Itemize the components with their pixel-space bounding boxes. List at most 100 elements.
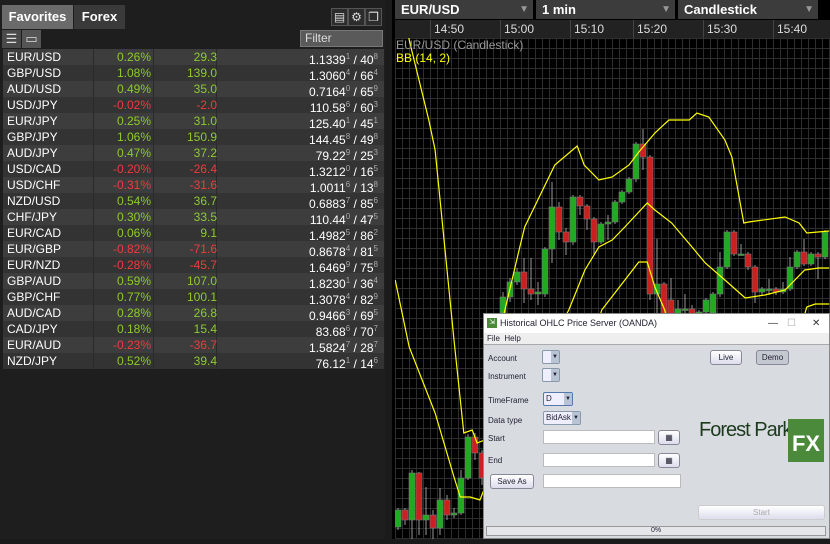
pip-change: 33.5 [193, 210, 217, 224]
candle-down [555, 206, 563, 233]
calendar-icon[interactable]: ▦ [658, 430, 680, 445]
datatype-value: BidAsk [546, 413, 571, 422]
quote-row[interactable]: AUD/JPY 0.47% 37.2 79.229 / 253 [3, 145, 384, 163]
bid-pipette: 6 [345, 100, 351, 109]
pip-change: 9.1 [200, 226, 217, 240]
quote-row[interactable]: USD/CAD -0.20% -26.4 1.32120 / 165 [3, 161, 384, 179]
account-select[interactable]: ▼ [542, 350, 560, 364]
percent-change: -0.20% [112, 162, 151, 176]
quote-row[interactable]: AUD/USD 0.49% 35.0 0.71640 / 659 [3, 81, 384, 99]
candle-up [758, 288, 766, 293]
percent-change: 0.59% [116, 274, 151, 288]
percent-change: 0.30% [116, 210, 151, 224]
pair-name: AUD/JPY [7, 146, 58, 160]
dialog-title: Historical OHLC Price Server (OANDA) [500, 318, 658, 328]
list-view-icon[interactable]: ☰ [2, 30, 21, 48]
candle-up [625, 178, 633, 193]
quote-row[interactable]: EUR/NZD -0.28% -45.7 1.64699 / 758 [3, 257, 384, 275]
ask-pipette: 6 [373, 356, 378, 365]
pair-name: NZD/USD [7, 194, 61, 208]
candle-up [541, 248, 549, 295]
pip-change: 15.4 [193, 322, 217, 336]
gear-icon[interactable]: ⚙ [348, 8, 365, 26]
quote-row[interactable]: USD/JPY -0.02% -2.0 110.586 / 603 [3, 97, 384, 115]
instrument-select[interactable]: ▼ [542, 368, 560, 382]
interval-dropdown[interactable]: 1 min ▼ [536, 0, 675, 19]
quote-row[interactable]: CAD/JPY 0.18% 15.4 83.686 / 707 [3, 321, 384, 339]
candle-up [569, 196, 577, 243]
quote-row[interactable]: CHF/JPY 0.30% 33.5 110.440 / 475 [3, 209, 384, 227]
maximize-icon[interactable]: ☐ [787, 314, 796, 333]
filter-input[interactable]: Filter [300, 30, 383, 47]
bid-pipette: 3 [345, 308, 351, 317]
candle-up [597, 223, 605, 243]
ask-pipette: 9 [373, 84, 378, 93]
quote-row[interactable]: EUR/JPY 0.25% 31.0 125.401 / 451 [3, 113, 384, 131]
percent-change: 0.26% [116, 50, 151, 64]
quote-row[interactable]: AUD/CAD 0.28% 26.8 0.94663 / 695 [3, 305, 384, 323]
menu-help[interactable]: Help [504, 334, 520, 343]
popout-icon[interactable]: ❐ [365, 8, 382, 26]
pip-change: 150.9 [186, 130, 217, 144]
save-as-button[interactable]: Save As [490, 474, 534, 489]
logo-text: Forest Park [699, 419, 792, 441]
demo-button[interactable]: Demo [756, 350, 789, 365]
start-date-input[interactable] [543, 430, 655, 444]
ask-pipette: 8 [373, 132, 378, 141]
quote-row[interactable]: EUR/AUD -0.23% -36.7 1.58247 / 287 [3, 337, 384, 355]
ask-pipette: 9 [373, 292, 378, 301]
quote-row[interactable]: GBP/AUD 0.59% 107.0 1.82301 / 364 [3, 273, 384, 291]
instrument-dropdown[interactable]: EUR/USD ▼ [395, 0, 533, 19]
ask-pipette: 5 [373, 212, 378, 221]
quote-row[interactable]: GBP/CHF 0.77% 100.1 1.30784 / 829 [3, 289, 384, 307]
tab-favorites[interactable]: Favorites [2, 5, 73, 29]
pip-change: 35.0 [193, 82, 217, 96]
tab-forex[interactable]: Forex [74, 5, 125, 29]
bid-pipette: 4 [345, 68, 351, 77]
chart-style-dropdown[interactable]: Candlestick ▼ [678, 0, 818, 19]
indicator-label: BB (14, 2) [396, 51, 451, 65]
close-icon[interactable]: ✕ [812, 314, 820, 333]
quote-row[interactable]: GBP/JPY 1.06% 150.9 144.458 / 498 [3, 129, 384, 147]
percent-change: 0.28% [116, 306, 151, 320]
chevron-down-icon: ▼ [572, 412, 580, 424]
time-axis: 14:50 15:00 15:10 15:20 15:30 15:40 [395, 20, 830, 38]
ask-pipette: 8 [373, 52, 378, 61]
chevron-down-icon: ▼ [564, 393, 572, 405]
pair-name: USD/CAD [7, 162, 62, 176]
export-icon[interactable]: ▤ [331, 8, 348, 26]
bid-pipette: 9 [345, 260, 351, 269]
ask-pipette: 3 [373, 100, 378, 109]
quote-row[interactable]: NZD/USD 0.54% 36.7 0.68837 / 856 [3, 193, 384, 211]
pair-name: CAD/JPY [7, 322, 58, 336]
candle-up [611, 201, 619, 223]
start-button[interactable]: Start [698, 505, 825, 520]
quote-row[interactable]: GBP/USD 1.08% 139.0 1.30604 / 664 [3, 65, 384, 83]
calendar-icon[interactable]: ▦ [658, 453, 680, 468]
end-date-input[interactable] [543, 453, 655, 467]
pip-change: 100.1 [186, 290, 217, 304]
ask-pipette: 5 [373, 308, 378, 317]
quote-row[interactable]: EUR/CAD 0.06% 9.1 1.49825 / 862 [3, 225, 384, 243]
datatype-select[interactable]: BidAsk ▼ [543, 411, 581, 425]
save-path-input[interactable] [543, 474, 681, 488]
ask-pipette: 7 [373, 324, 378, 333]
ask-pipette: 3 [373, 148, 378, 157]
quote-row[interactable]: EUR/GBP -0.82% -71.6 0.86784 / 815 [3, 241, 384, 259]
pair-name: GBP/AUD [7, 274, 62, 288]
candle-up [807, 253, 815, 265]
tile-view-icon[interactable]: ▭ [22, 30, 41, 48]
ask: 14 [360, 357, 374, 371]
quote-row[interactable]: EUR/USD 0.26% 29.3 1.13391 / 408 [3, 49, 384, 67]
menu-file[interactable]: File [487, 334, 500, 343]
bid-pipette: 1 [345, 356, 351, 365]
timeframe-select[interactable]: D ▼ [543, 392, 573, 406]
live-button[interactable]: Live [710, 350, 742, 365]
quote-row[interactable]: USD/CHF -0.31% -31.6 1.00116 / 138 [3, 177, 384, 195]
timeframe-value: D [546, 394, 552, 403]
pair-name: EUR/USD [7, 50, 62, 64]
quote-row[interactable]: NZD/JPY 0.52% 39.4 76.121 / 146 [3, 353, 384, 371]
progress-bar: 0% [486, 526, 826, 536]
pair-name: NZD/JPY [7, 354, 58, 368]
minimize-icon[interactable]: — [768, 314, 778, 333]
